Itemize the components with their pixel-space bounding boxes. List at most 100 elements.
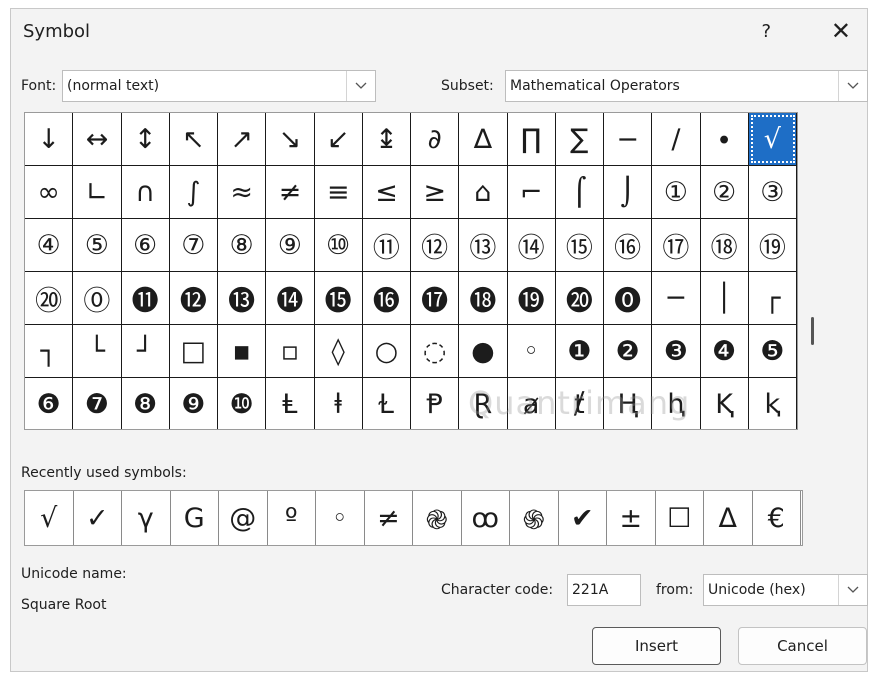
symbol-cell[interactable]: ∫: [170, 166, 218, 218]
recent-symbol-cell[interactable]: √: [25, 491, 74, 545]
close-button[interactable]: ✕: [831, 17, 851, 45]
symbol-cell[interactable]: ┐: [25, 325, 74, 377]
symbol-cell[interactable]: √: [748, 113, 797, 165]
symbol-cell[interactable]: ⑮: [556, 219, 604, 271]
symbol-cell[interactable]: ⓪: [73, 272, 122, 324]
symbol-cell[interactable]: Ᵽ: [411, 378, 460, 429]
symbol-cell[interactable]: ↗: [218, 113, 267, 165]
symbol-cell[interactable]: ⑳: [25, 272, 74, 324]
help-button[interactable]: ?: [761, 21, 771, 42]
symbol-cell[interactable]: ⑨: [266, 219, 315, 271]
symbol-cell[interactable]: ◊: [315, 325, 363, 377]
symbol-cell[interactable]: ⌐: [508, 166, 556, 218]
recent-symbol-cell[interactable]: ✓: [74, 491, 122, 545]
symbol-cell[interactable]: ⌡: [604, 166, 653, 218]
symbol-cell[interactable]: ⱡ: [315, 378, 363, 429]
symbol-cell[interactable]: ⑫: [411, 219, 460, 271]
symbol-cell[interactable]: ↨: [363, 113, 411, 165]
symbol-cell[interactable]: ∞: [25, 166, 74, 218]
symbol-cell[interactable]: ↙: [315, 113, 363, 165]
character-code-input[interactable]: 221A: [567, 574, 641, 606]
symbol-cell[interactable]: ↕: [122, 113, 170, 165]
recent-symbol-cell[interactable]: ◦: [316, 491, 365, 545]
symbol-cell[interactable]: ∑: [556, 113, 604, 165]
symbol-cell[interactable]: ⑪: [363, 219, 411, 271]
symbol-cell[interactable]: ⓯: [315, 272, 363, 324]
symbol-cell[interactable]: ∆: [459, 113, 508, 165]
symbol-cell[interactable]: ⑭: [508, 219, 556, 271]
symbol-cell[interactable]: ⑱: [701, 219, 749, 271]
symbol-cell[interactable]: ⑧: [218, 219, 267, 271]
symbol-cell[interactable]: ⓬: [170, 272, 218, 324]
symbol-cell[interactable]: ⑬: [459, 219, 508, 271]
symbol-cell[interactable]: ⓿: [604, 272, 653, 324]
symbol-cell[interactable]: ①: [652, 166, 701, 218]
symbol-cell[interactable]: ❺: [749, 325, 797, 377]
symbol-cell[interactable]: ↓: [25, 113, 74, 165]
insert-button[interactable]: Insert: [592, 627, 721, 665]
symbol-cell[interactable]: ◦: [508, 325, 556, 377]
recent-symbol-cell[interactable]: Δ: [704, 491, 753, 545]
symbol-cell[interactable]: │: [701, 272, 749, 324]
symbol-cell[interactable]: ⓴: [556, 272, 604, 324]
symbol-cell[interactable]: ∙: [701, 113, 749, 165]
symbol-cell[interactable]: ❾: [170, 378, 218, 429]
symbol-cell[interactable]: ❽: [122, 378, 170, 429]
symbol-cell[interactable]: ∏: [508, 113, 556, 165]
symbol-cell[interactable]: ❸: [652, 325, 701, 377]
recent-symbol-cell[interactable]: ✔: [559, 491, 607, 545]
symbol-cell[interactable]: ⑦: [170, 219, 218, 271]
symbol-cell[interactable]: ∕: [652, 113, 701, 165]
symbol-cell[interactable]: ≡: [315, 166, 363, 218]
recent-symbol-cell[interactable]: €: [753, 491, 801, 545]
symbol-cell[interactable]: ⑯: [604, 219, 653, 271]
symbol-cell[interactable]: ❷: [604, 325, 653, 377]
symbol-cell[interactable]: └: [73, 325, 122, 377]
symbol-cell[interactable]: ↖: [170, 113, 218, 165]
recent-symbol-cell[interactable]: γ: [122, 491, 171, 545]
recent-symbol-cell[interactable]: @: [219, 491, 268, 545]
symbol-cell[interactable]: ⓭: [218, 272, 267, 324]
recent-symbols[interactable]: √ ✓ γ G @ º ◦ ≠ ֎ ꝏ ֍ ✔ ± ☐ Δ €: [24, 490, 803, 546]
recent-symbol-cell[interactable]: º: [268, 491, 316, 545]
from-select[interactable]: Unicode (hex): [703, 574, 868, 606]
symbol-cell[interactable]: ⓮: [266, 272, 315, 324]
symbol-cell[interactable]: ≠: [266, 166, 315, 218]
recent-symbol-cell[interactable]: ☐: [656, 491, 704, 545]
symbol-cell[interactable]: Ⱡ: [266, 378, 315, 429]
font-select[interactable]: (normal text): [62, 70, 376, 102]
symbol-cell[interactable]: ⌂: [459, 166, 508, 218]
symbol-cell[interactable]: ∂: [411, 113, 460, 165]
symbol-cell[interactable]: ↘: [266, 113, 315, 165]
symbol-cell[interactable]: ●: [459, 325, 508, 377]
symbol-cell[interactable]: ⓳: [508, 272, 556, 324]
symbol-cell[interactable]: ❶: [556, 325, 604, 377]
symbol-cell[interactable]: ⱪ: [749, 378, 797, 429]
recent-symbol-cell[interactable]: G: [171, 491, 219, 545]
symbol-cell[interactable]: ∟: [73, 166, 122, 218]
grid-scrollbar-thumb[interactable]: [811, 317, 814, 345]
recent-symbol-cell[interactable]: ±: [607, 491, 656, 545]
symbol-cell[interactable]: ↔: [73, 113, 122, 165]
symbol-cell[interactable]: Ɫ: [363, 378, 411, 429]
symbol-cell[interactable]: ⑥: [122, 219, 170, 271]
subset-select[interactable]: Mathematical Operators: [505, 70, 868, 102]
symbol-cell[interactable]: ≈: [218, 166, 267, 218]
symbol-cell[interactable]: ⌠: [556, 166, 604, 218]
symbol-cell[interactable]: Ⱪ: [701, 378, 749, 429]
symbol-cell[interactable]: □: [170, 325, 218, 377]
symbol-cell[interactable]: ❼: [73, 378, 122, 429]
symbol-cell[interactable]: ≤: [363, 166, 411, 218]
recent-symbol-cell[interactable]: ≠: [365, 491, 413, 545]
symbol-cell[interactable]: ─: [652, 272, 701, 324]
chevron-down-icon[interactable]: [346, 71, 375, 101]
symbol-cell[interactable]: ┘: [122, 325, 170, 377]
symbol-cell[interactable]: ❿: [218, 378, 267, 429]
symbol-cell[interactable]: ∩: [122, 166, 170, 218]
symbol-cell[interactable]: ┌: [749, 272, 797, 324]
symbol-cell[interactable]: ⑩: [315, 219, 363, 271]
recent-symbol-cell[interactable]: ꝏ: [462, 491, 510, 545]
symbol-cell[interactable]: ○: [363, 325, 411, 377]
symbol-cell[interactable]: ⓫: [122, 272, 170, 324]
chevron-down-icon[interactable]: [838, 575, 867, 605]
